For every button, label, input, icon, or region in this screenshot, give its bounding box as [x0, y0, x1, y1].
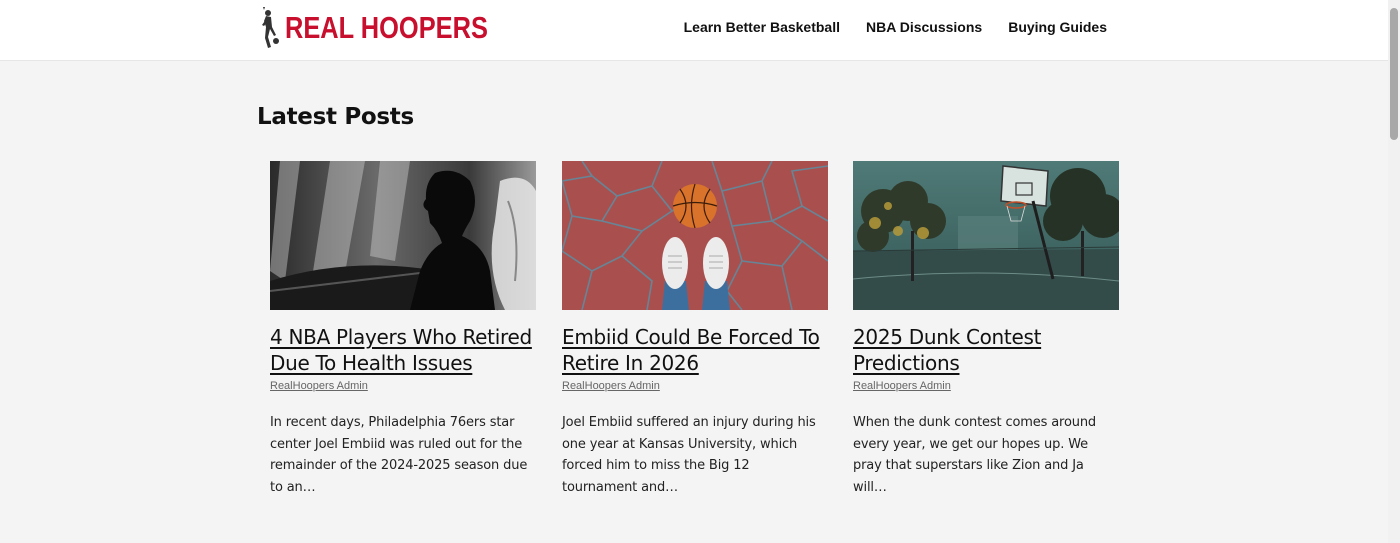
- post-card: 2025 Dunk Contest Predictions RealHooper…: [853, 161, 1119, 498]
- post-card: Embiid Could Be Forced To Retire In 2026…: [562, 161, 828, 498]
- scrollbar-thumb[interactable]: [1390, 8, 1398, 140]
- site-header: REAL HOOPERS Learn Better Basketball NBA…: [0, 0, 1388, 61]
- post-excerpt: In recent days, Philadelphia 76ers star …: [270, 415, 528, 495]
- post-title-link[interactable]: 2025 Dunk Contest Predictions: [853, 324, 1119, 376]
- player-dunk-icon: [262, 7, 279, 48]
- post-author-link[interactable]: RealHoopers Admin: [853, 380, 951, 392]
- nav-nba-discussions[interactable]: NBA Discussions: [866, 19, 982, 35]
- post-excerpt: When the dunk contest comes around every…: [853, 415, 1097, 495]
- foggy-outdoor-hoop-image[interactable]: [853, 161, 1119, 310]
- post-title-link[interactable]: 4 NBA Players Who Retired Due To Health …: [270, 324, 536, 376]
- post-author-link[interactable]: RealHoopers Admin: [562, 380, 660, 392]
- site-logo[interactable]: REAL HOOPERS: [259, 6, 532, 50]
- page-scrollbar[interactable]: [1388, 0, 1400, 543]
- basketball-sneakers-court-image[interactable]: [562, 161, 828, 310]
- main-nav: Learn Better Basketball NBA Discussions …: [684, 19, 1107, 35]
- nav-learn-better-basketball[interactable]: Learn Better Basketball: [684, 19, 840, 35]
- post-excerpt: Joel Embiid suffered an injury during hi…: [562, 415, 816, 495]
- post-title-link[interactable]: Embiid Could Be Forced To Retire In 2026: [562, 324, 828, 376]
- post-author-link[interactable]: RealHoopers Admin: [270, 380, 368, 392]
- nav-buying-guides[interactable]: Buying Guides: [1008, 19, 1107, 35]
- silhouette-player-hospital-image[interactable]: [270, 161, 536, 310]
- post-card: 4 NBA Players Who Retired Due To Health …: [270, 161, 536, 498]
- logo-text: REAL HOOPERS: [285, 10, 488, 45]
- section-title: Latest Posts: [257, 104, 414, 130]
